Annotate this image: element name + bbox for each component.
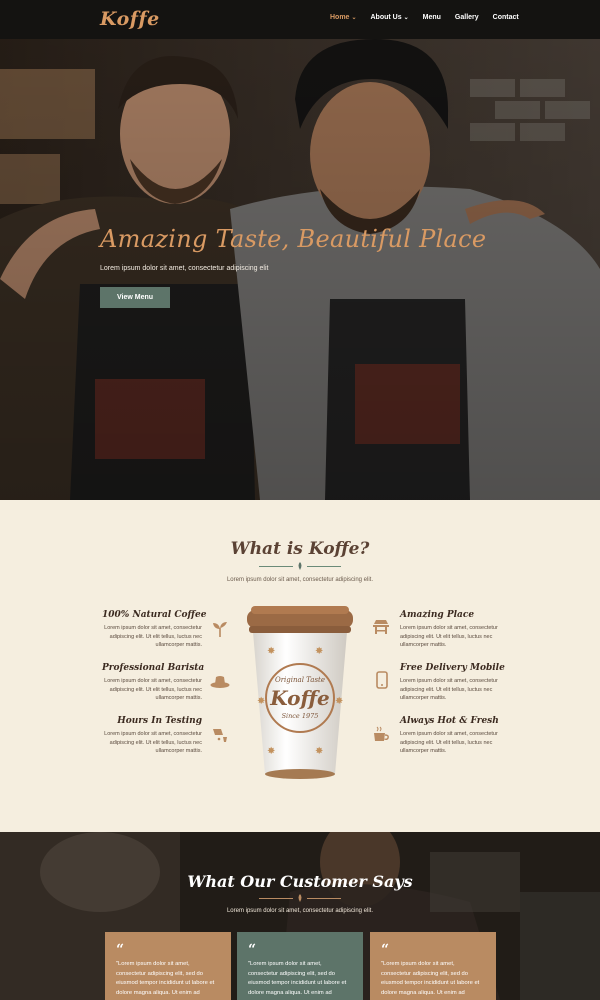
nav-item-label: Home xyxy=(330,14,350,21)
svg-text:✸: ✸ xyxy=(257,696,265,707)
feature-amazing-place: Amazing Place Lorem ipsum dolor sit amet… xyxy=(400,610,500,650)
feature-text: Lorem ipsum dolor sit amet, consectetur … xyxy=(104,731,202,754)
hat-icon xyxy=(210,676,230,688)
testimonial-text: "Lorem ipsum dolor sit amet, consectetur… xyxy=(381,961,480,996)
cup-brand: Koffe xyxy=(269,686,330,710)
hot-cup-icon xyxy=(374,726,389,741)
testimonial-card: “ "Lorem ipsum dolor sit amet, consectet… xyxy=(370,932,496,1000)
testimonial-text: "Lorem ipsum dolor sit amet, consectetur… xyxy=(248,961,347,996)
hero-section: Amazing Taste, Beautiful Place Lorem ips… xyxy=(0,39,600,500)
about-subtitle: Lorem ipsum dolor sit amet, consectetur … xyxy=(226,577,374,583)
about-title: What is Koffe? xyxy=(230,539,370,559)
feature-title: Professional Barista xyxy=(102,663,205,673)
leaf-icon xyxy=(298,562,302,570)
view-menu-button[interactable]: View Menu xyxy=(100,287,170,308)
svg-text:✸: ✸ xyxy=(267,746,275,757)
testimonial-card: “ "Lorem ipsum dolor sit amet, consectet… xyxy=(237,932,363,1000)
testimonial-text: "Lorem ipsum dolor sit amet, consectetur… xyxy=(116,961,215,996)
feature-hours-in-testing: Hours In Testing Lorem ipsum dolor sit a… xyxy=(102,716,202,756)
chevron-down-icon: ⌄ xyxy=(351,15,357,21)
nav-item-label: About Us xyxy=(370,14,402,21)
testimonials-section: What Our Customer Says Lorem ipsum dolor… xyxy=(0,832,600,1000)
table-icon xyxy=(373,620,389,634)
mobile-icon xyxy=(376,671,388,689)
cup-since: Since 1975 xyxy=(282,712,319,720)
testimonial-card: “ "Lorem ipsum dolor sit amet, consectet… xyxy=(105,932,231,1000)
svg-text:✸: ✸ xyxy=(315,746,323,757)
feature-natural-coffee: 100% Natural Coffee Lorem ipsum dolor si… xyxy=(102,610,207,650)
feature-text: Lorem ipsum dolor sit amet, consectetur … xyxy=(104,625,202,648)
feature-text: Lorem ipsum dolor sit amet, consectetur … xyxy=(400,625,498,648)
chevron-down-icon: ⌄ xyxy=(403,15,409,21)
feature-title: Free Delivery Mobile xyxy=(400,663,505,673)
hero-subtitle: Lorem ipsum dolor sit amet, consectetur … xyxy=(100,265,269,272)
svg-text:✸: ✸ xyxy=(335,696,343,707)
feature-professional-barista: Professional Barista Lorem ipsum dolor s… xyxy=(102,663,205,703)
nav-item-home[interactable]: Home ⌄ xyxy=(330,14,356,21)
feature-title: Amazing Place xyxy=(400,610,475,620)
nav-item-gallery[interactable]: Gallery xyxy=(455,14,479,21)
site-logo[interactable]: Koffe xyxy=(100,8,160,30)
feature-title: Always Hot & Fresh xyxy=(400,716,499,726)
feature-free-delivery: Free Delivery Mobile Lorem ipsum dolor s… xyxy=(400,663,505,703)
feature-text: Lorem ipsum dolor sit amet, consectetur … xyxy=(400,731,498,754)
top-navbar: Koffe Home ⌄ About Us ⌄ Menu Gallery Conta… xyxy=(0,0,600,39)
quote-icon: “ xyxy=(381,942,390,958)
section-divider xyxy=(259,562,341,570)
sprout-icon xyxy=(213,622,227,637)
feature-hot-fresh: Always Hot & Fresh Lorem ipsum dolor sit… xyxy=(400,716,500,756)
coffee-cup-image: ✸ ✸ ✸ ✸ ✸ ✸ Original Taste Koffe Since 1975 xyxy=(247,606,353,779)
svg-text:✸: ✸ xyxy=(267,646,275,657)
svg-text:✸: ✸ xyxy=(315,646,323,657)
quote-icon: “ xyxy=(248,942,257,958)
nav-item-label: Gallery xyxy=(454,14,479,21)
main-menu: Home ⌄ About Us ⌄ Menu Gallery Contact xyxy=(330,14,519,21)
feature-text: Lorem ipsum dolor sit amet, consectetur … xyxy=(400,678,498,701)
hero-title: Amazing Taste, Beautiful Place xyxy=(100,225,487,253)
feature-title: 100% Natural Coffee xyxy=(102,610,207,620)
nav-item-contact[interactable]: Contact xyxy=(493,14,519,21)
section-divider xyxy=(259,894,341,902)
hero-background-photo xyxy=(0,39,600,500)
testimonials-subtitle: Lorem ipsum dolor sit amet, consectetur … xyxy=(226,908,374,914)
nav-item-about-us[interactable]: About Us ⌄ xyxy=(370,14,408,21)
feature-title: Hours In Testing xyxy=(117,716,202,726)
quote-icon: “ xyxy=(116,942,125,958)
testimonials-title: What Our Customer Says xyxy=(187,872,413,891)
pouring-icon xyxy=(213,729,227,742)
nav-item-label: Menu xyxy=(422,14,441,21)
feature-text: Lorem ipsum dolor sit amet, consectetur … xyxy=(104,678,202,701)
cup-tagline: Original Taste xyxy=(275,676,325,684)
nav-item-label: Contact xyxy=(492,14,519,21)
nav-item-menu[interactable]: Menu xyxy=(423,14,441,21)
leaf-icon xyxy=(298,894,302,902)
